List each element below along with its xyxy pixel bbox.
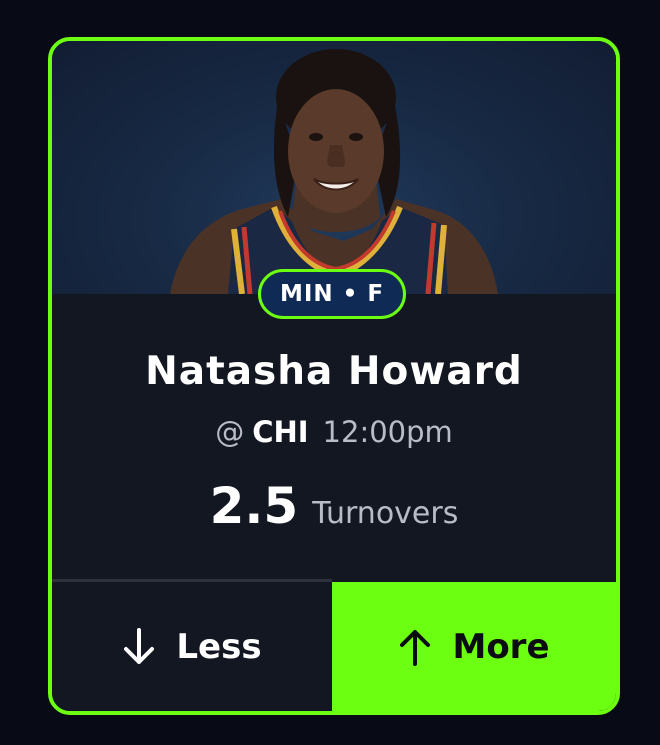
less-button[interactable]: Less	[52, 582, 332, 711]
more-label: More	[452, 626, 550, 667]
arrow-up-icon	[400, 629, 431, 666]
player-photo	[52, 41, 616, 294]
team-position-badge: MIN • F	[258, 269, 406, 319]
matchup-info: @ CHI 12:00pm	[52, 415, 616, 449]
prop-line: 2.5 Turnovers	[52, 477, 616, 535]
stat-type: Turnovers	[312, 496, 459, 531]
opponent-team: CHI	[252, 415, 309, 449]
player-headshot-image	[170, 49, 498, 294]
game-time: 12:00pm	[322, 415, 453, 449]
player-prop-card[interactable]: MIN • F Natasha Howard @ CHI 12:00pm 2.5…	[48, 37, 620, 715]
less-label: Less	[176, 626, 262, 667]
away-indicator: @	[215, 415, 245, 449]
more-button[interactable]: More	[332, 582, 616, 711]
line-value: 2.5	[209, 477, 299, 535]
player-name: Natasha Howard	[145, 349, 523, 394]
arrow-down-icon	[124, 627, 155, 664]
